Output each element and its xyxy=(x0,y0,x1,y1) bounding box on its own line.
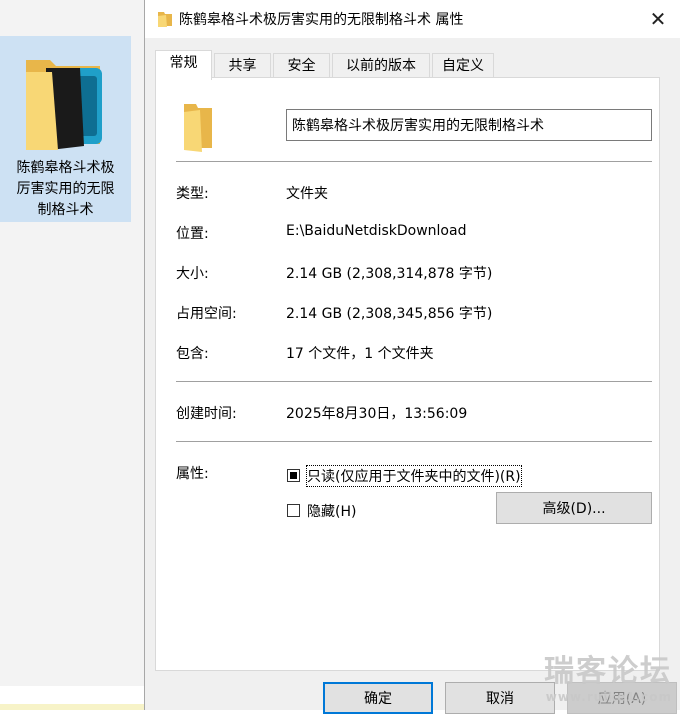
folder-name-line: 厉害实用的无限 xyxy=(16,181,115,197)
watermark: 瑞客论坛 www.ruike1.com xyxy=(544,646,672,704)
folder-name-line: 陈鹤皋格斗术极 xyxy=(16,160,115,176)
cancel-button[interactable]: 取消 xyxy=(445,682,555,714)
window-title: 陈鹤皋格斗术极厉害实用的无限制格斗术 属性 xyxy=(179,12,464,28)
watermark-sub: www.ruike1.com xyxy=(545,690,672,704)
ok-button[interactable]: 确定 xyxy=(323,682,433,714)
disk-size-value: 2.14 GB (2,308,345,856 字节) xyxy=(286,306,493,322)
advanced-button[interactable]: 高级(D)... xyxy=(496,492,652,524)
close-icon: ✕ xyxy=(649,7,667,31)
hidden-checkbox[interactable] xyxy=(287,504,300,517)
tab-security[interactable]: 安全 xyxy=(273,53,330,78)
desktop-folder-item[interactable]: 陈鹤皋格斗术极 厉害实用的无限 制格斗术 xyxy=(0,36,131,222)
readonly-checkbox[interactable] xyxy=(287,469,300,482)
readonly-checkbox-label[interactable]: 只读(仅应用于文件夹中的文件)(R) xyxy=(306,465,522,487)
close-button[interactable]: ✕ xyxy=(635,0,680,38)
folder-name-label: 陈鹤皋格斗术极 厉害实用的无限 制格斗术 xyxy=(4,158,127,221)
title-bar[interactable]: 陈鹤皋格斗术极厉害实用的无限制格斗术 属性 ✕ xyxy=(145,0,680,38)
taskbar-strip xyxy=(0,704,145,710)
created-value: 2025年8月30日，13:56:09 xyxy=(286,406,468,422)
tab-customize[interactable]: 自定义 xyxy=(432,53,494,78)
disk-size-label: 占用空间: xyxy=(176,306,237,322)
attributes-label: 属性: xyxy=(176,466,209,482)
location-label: 位置: xyxy=(176,226,209,242)
tab-general[interactable]: 常规 xyxy=(155,50,212,80)
divider xyxy=(176,161,652,162)
contains-value: 17 个文件，1 个文件夹 xyxy=(286,346,434,362)
location-value: E:\BaiduNetdiskDownload xyxy=(286,223,467,239)
watermark-main: 瑞客论坛 xyxy=(544,654,672,689)
hidden-checkbox-label[interactable]: 隐藏(H) xyxy=(307,501,356,521)
tab-sharing[interactable]: 共享 xyxy=(214,53,271,78)
folder-thumbnail-icon xyxy=(26,60,102,150)
size-label: 大小: xyxy=(176,266,209,282)
type-value: 文件夹 xyxy=(286,186,328,202)
created-label: 创建时间: xyxy=(176,406,237,422)
tab-previous-versions[interactable]: 以前的版本 xyxy=(332,53,430,78)
divider xyxy=(176,381,652,382)
folder-icon xyxy=(184,104,212,152)
divider xyxy=(176,441,652,442)
size-value: 2.14 GB (2,308,314,878 字节) xyxy=(286,266,493,282)
folder-name-line: 制格斗术 xyxy=(37,202,94,218)
type-label: 类型: xyxy=(176,186,209,202)
contains-label: 包含: xyxy=(176,346,209,362)
properties-dialog: 陈鹤皋格斗术极厉害实用的无限制格斗术 属性 ✕ 常规 共享 安全 以前的版本 自… xyxy=(144,0,680,714)
general-tab-panel: 类型: 文件夹 位置: E:\BaiduNetdiskDownload 大小: … xyxy=(155,77,660,671)
folder-name-input[interactable] xyxy=(286,109,652,141)
folder-icon xyxy=(158,12,172,27)
